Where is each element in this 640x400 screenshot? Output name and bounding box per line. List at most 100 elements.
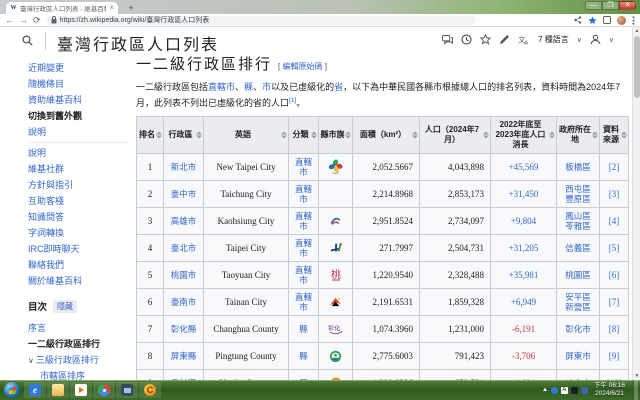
category-link[interactable]: 縣 xyxy=(299,324,308,334)
sidebar-item[interactable]: 切換到舊外觀 xyxy=(28,108,128,124)
reference-link[interactable]: [6] xyxy=(609,270,620,280)
tray-network-icon[interactable] xyxy=(551,387,558,394)
reference-link[interactable]: [9] xyxy=(609,351,620,361)
user-icon[interactable] xyxy=(590,34,601,45)
district-link[interactable]: 臺北市 xyxy=(171,243,197,253)
window-minimize-button[interactable]: — xyxy=(585,1,602,10)
toc-item[interactable]: 市轄區排序 xyxy=(28,368,132,380)
sidebar-item[interactable]: 近期變更 xyxy=(28,60,128,76)
scroll-down-icon[interactable]: ▼ xyxy=(633,372,640,380)
tray-volume-icon[interactable] xyxy=(571,387,578,394)
category-link[interactable]: 直轄市 xyxy=(291,157,316,177)
column-header[interactable]: 政府所在地 xyxy=(557,117,600,154)
column-header[interactable]: 行政區 xyxy=(164,117,204,154)
column-header[interactable]: 資料來源 xyxy=(600,117,629,154)
taskbar-remote-desktop[interactable] xyxy=(116,382,138,398)
sort-icon[interactable] xyxy=(196,132,202,139)
column-header[interactable]: 英語 xyxy=(204,117,289,154)
taskbar-file-explorer[interactable] xyxy=(47,382,69,398)
column-header[interactable]: 排名 xyxy=(137,117,164,154)
sort-icon[interactable] xyxy=(592,132,598,139)
sidebar-item[interactable]: 關於維基百科 xyxy=(28,273,128,289)
new-tab-button[interactable]: + xyxy=(124,3,138,13)
intro-link[interactable]: 市 xyxy=(262,82,271,92)
sort-icon[interactable] xyxy=(311,132,317,139)
seat-link[interactable]: 安平區 xyxy=(559,292,597,302)
seat-link[interactable]: 信義區 xyxy=(559,243,597,253)
show-desktop-button[interactable] xyxy=(633,380,638,400)
column-header[interactable]: 縣市旗 xyxy=(319,117,353,154)
toc-item[interactable]: 一二級行政區排行 xyxy=(28,336,132,352)
toc-hide-button[interactable]: 隱藏 xyxy=(53,300,77,313)
category-link[interactable]: 直轄市 xyxy=(291,265,316,285)
reference-link[interactable]: [4] xyxy=(609,216,620,226)
taskbar-chrome[interactable] xyxy=(93,382,115,398)
sidebar-item[interactable]: 方針與指引 xyxy=(28,177,128,193)
edit-pencil-icon[interactable] xyxy=(499,34,510,45)
tray-action-center-icon[interactable] xyxy=(581,387,588,394)
bookmark-star-icon[interactable] xyxy=(588,16,597,25)
sidebar-item[interactable]: 隨機條目 xyxy=(28,76,128,92)
page-scrollbar[interactable]: ▲ ▼ xyxy=(632,27,640,380)
translate-icon[interactable]: 文 A xyxy=(518,35,530,45)
reference-link[interactable]: [8] xyxy=(609,324,620,334)
category-link[interactable]: 直轄市 xyxy=(291,238,316,258)
district-link[interactable]: 彰化縣 xyxy=(171,324,197,334)
scrollbar-thumb[interactable] xyxy=(634,36,640,98)
sort-icon[interactable] xyxy=(156,132,162,139)
seat-link[interactable]: 新營區 xyxy=(559,302,597,312)
browser-tab[interactable]: W 臺灣行政區人口列表 - 維基百科… × xyxy=(6,2,118,14)
seat-link[interactable]: 西屯區 xyxy=(559,184,597,194)
language-count-label[interactable]: 7 種語言 xyxy=(538,34,569,45)
category-link[interactable]: 直轄市 xyxy=(291,211,316,231)
toc-item[interactable]: ∨三級行政區排行 xyxy=(28,352,132,368)
reload-button-icon[interactable]: ⟳ xyxy=(33,16,41,25)
seat-link[interactable]: 豐原區 xyxy=(559,194,597,204)
talk-icon[interactable] xyxy=(442,35,453,45)
sort-icon[interactable] xyxy=(345,132,351,139)
intro-link[interactable]: 省 xyxy=(334,82,343,92)
category-link[interactable]: 直轄市 xyxy=(291,292,316,312)
district-link[interactable]: 臺中市 xyxy=(171,189,197,199)
sidebar-item[interactable]: IRC即時聊天 xyxy=(28,241,128,257)
taskbar-internet-explorer[interactable]: e xyxy=(24,382,46,398)
intro-link[interactable]: 直轄市 xyxy=(208,82,235,92)
tab-switcher-icon[interactable] xyxy=(603,16,611,24)
sidebar-item[interactable]: 聯絡我們 xyxy=(28,257,128,273)
reference-link[interactable]: [7] xyxy=(609,297,620,307)
seat-link[interactable]: 鳳山區 xyxy=(559,211,597,221)
taskbar-clock[interactable]: 下午 06:16 2024/6/21 xyxy=(594,382,625,398)
sort-icon[interactable] xyxy=(281,132,287,139)
district-link[interactable]: 桃園市 xyxy=(171,270,197,280)
district-link[interactable]: 屏東縣 xyxy=(171,351,197,361)
edit-source-link[interactable]: [ 編輯原始碼 ] xyxy=(278,61,327,72)
column-header[interactable]: 人口（2024年7月） xyxy=(420,117,491,154)
district-link[interactable]: 新北市 xyxy=(171,162,197,172)
history-icon[interactable] xyxy=(461,34,472,45)
start-button[interactable] xyxy=(4,382,20,398)
share-icon[interactable] xyxy=(574,16,582,24)
language-chevron-icon[interactable]: ∨ xyxy=(577,36,582,44)
sidebar-item[interactable]: 字詞轉換 xyxy=(28,225,128,241)
seat-link[interactable]: 彰化市 xyxy=(559,324,597,334)
district-link[interactable]: 高雄市 xyxy=(171,216,197,226)
seat-link[interactable]: 桃園區 xyxy=(559,270,597,280)
intro-link[interactable]: 縣 xyxy=(244,82,253,92)
toc-item[interactable]: 序言 xyxy=(28,320,132,336)
seat-link[interactable]: 板橋區 xyxy=(559,162,597,172)
column-header[interactable]: 2022年底至2023年底人口消長 xyxy=(491,117,557,154)
sort-icon[interactable] xyxy=(483,132,489,139)
search-icon[interactable] xyxy=(22,35,33,46)
sidebar-item[interactable]: 互助客棧 xyxy=(28,193,128,209)
sort-icon[interactable] xyxy=(412,132,418,139)
category-link[interactable]: 縣 xyxy=(299,351,308,361)
toc-chevron-icon[interactable]: ∨ xyxy=(28,356,34,365)
window-maximize-button[interactable]: ❐ xyxy=(602,1,619,10)
district-link[interactable]: 臺南市 xyxy=(171,297,197,307)
sidebar-item[interactable]: 說明 xyxy=(28,124,128,140)
sidebar-item[interactable]: 知識問答 xyxy=(28,209,128,225)
watchlist-star-icon[interactable] xyxy=(480,34,491,45)
sidebar-item[interactable]: 說明 xyxy=(28,145,128,161)
sort-icon[interactable] xyxy=(621,132,627,139)
sidebar-item[interactable]: 維基社群 xyxy=(28,161,128,177)
